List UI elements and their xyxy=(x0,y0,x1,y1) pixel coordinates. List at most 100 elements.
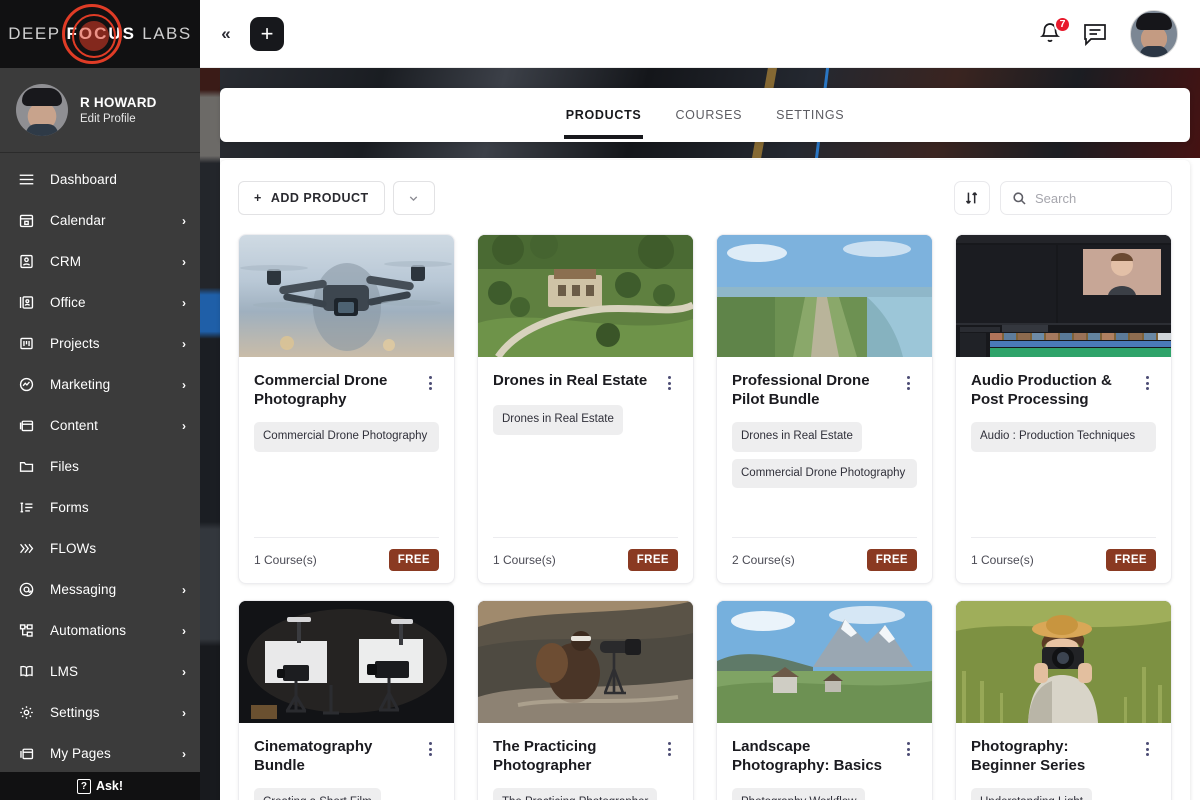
ask-button[interactable]: ? Ask! xyxy=(0,772,200,800)
product-card[interactable]: The Practicing Photographer The Practici… xyxy=(477,600,694,800)
main-region: « + 7 PRODUCTS COURSES SETTINGS xyxy=(200,0,1200,800)
chevron-right-icon: › xyxy=(182,296,186,310)
tab-products[interactable]: PRODUCTS xyxy=(564,92,644,138)
products-panel: + ADD PRODUCT xyxy=(220,160,1190,800)
product-card-body: Audio Production & Post Processing Audio… xyxy=(956,357,1171,537)
add-product-button[interactable]: + ADD PRODUCT xyxy=(238,181,385,215)
notification-badge: 7 xyxy=(1054,16,1071,33)
office-icon xyxy=(16,293,36,313)
chevron-right-icon: › xyxy=(182,665,186,679)
product-card-body: Photography: Beginner Series Understandi… xyxy=(956,723,1171,800)
product-thumbnail xyxy=(717,601,932,723)
sidebar-item-automations[interactable]: Automations › xyxy=(0,610,200,651)
product-menu-icon[interactable] xyxy=(660,374,678,392)
user-avatar[interactable] xyxy=(1130,10,1178,58)
sidebar-item-dashboard[interactable]: Dashboard xyxy=(0,159,200,200)
product-tag: The Practicing Photographer xyxy=(493,788,657,800)
product-menu-icon[interactable] xyxy=(1138,740,1156,758)
sidebar-item-label: FLOWs xyxy=(50,541,172,556)
product-card-header: Commercial Drone Photography xyxy=(254,371,439,409)
chevron-right-icon: › xyxy=(182,337,186,351)
sidebar-item-settings[interactable]: Settings › xyxy=(0,692,200,733)
product-card[interactable]: Professional Drone Pilot Bundle Drones i… xyxy=(716,234,933,584)
product-menu-icon[interactable] xyxy=(421,740,439,758)
tab-settings[interactable]: SETTINGS xyxy=(774,92,846,138)
sidebar-item-label: Forms xyxy=(50,500,172,515)
help-icon: ? xyxy=(77,779,91,794)
app-root: DEEP FOCUS LABS R HOWARD Edit Profile Da… xyxy=(0,0,1200,800)
product-thumbnail xyxy=(717,235,932,357)
messages-button[interactable] xyxy=(1082,22,1108,46)
topbar: « + 7 xyxy=(200,0,1200,68)
sidebar-item-label: Office xyxy=(50,295,168,310)
notifications-button[interactable]: 7 xyxy=(1038,20,1064,48)
product-card[interactable]: Landscape Photography: Basics Photograph… xyxy=(716,600,933,800)
search-box[interactable] xyxy=(1000,181,1172,215)
quick-add-button[interactable]: + xyxy=(250,17,284,51)
sidebar-item-files[interactable]: Files xyxy=(0,446,200,487)
content-icon xyxy=(16,416,36,436)
sidebar-item-label: Settings xyxy=(50,705,168,720)
product-menu-icon[interactable] xyxy=(899,740,917,758)
product-menu-icon[interactable] xyxy=(899,374,917,392)
sidebar-item-my-pages[interactable]: My Pages › xyxy=(0,733,200,772)
product-card[interactable]: Photography: Beginner Series Understandi… xyxy=(955,600,1172,800)
sidebar-item-marketing[interactable]: Marketing › xyxy=(0,364,200,405)
sidebar-item-office[interactable]: Office › xyxy=(0,282,200,323)
product-title: Drones in Real Estate xyxy=(493,371,654,390)
product-card-body: Drones in Real Estate Drones in Real Est… xyxy=(478,357,693,537)
product-card[interactable]: Drones in Real Estate Drones in Real Est… xyxy=(477,234,694,584)
product-menu-icon[interactable] xyxy=(660,740,678,758)
product-thumbnail xyxy=(478,235,693,357)
price-badge: FREE xyxy=(389,549,439,571)
add-product-dropdown-button[interactable] xyxy=(393,181,435,215)
content-area: PRODUCTS COURSES SETTINGS + ADD PRODUCT xyxy=(200,68,1200,800)
product-thumbnail xyxy=(956,235,1171,357)
sidebar-item-forms[interactable]: Forms xyxy=(0,487,200,528)
sidebar-item-label: Calendar xyxy=(50,213,168,228)
topbar-actions: 7 xyxy=(1038,10,1178,58)
sidebar-item-calendar[interactable]: Calendar › xyxy=(0,200,200,241)
edit-profile-link[interactable]: Edit Profile xyxy=(80,113,157,125)
product-card-body: Landscape Photography: Basics Photograph… xyxy=(717,723,932,800)
sidebar-item-flows[interactable]: FLOWs xyxy=(0,528,200,569)
product-menu-icon[interactable] xyxy=(421,374,439,392)
product-title: Photography: Beginner Series xyxy=(971,737,1132,775)
sidebar-item-lms[interactable]: LMS › xyxy=(0,651,200,692)
product-card[interactable]: Commercial Drone Photography Commercial … xyxy=(238,234,455,584)
product-tag: Photography Workflow xyxy=(732,788,865,800)
sidebar-item-crm[interactable]: CRM › xyxy=(0,241,200,282)
product-title: Professional Drone Pilot Bundle xyxy=(732,371,893,409)
product-title: Audio Production & Post Processing xyxy=(971,371,1132,409)
mountain-landscape-art xyxy=(717,601,932,723)
product-card[interactable]: Audio Production & Post Processing Audio… xyxy=(955,234,1172,584)
add-product-label: ADD PRODUCT xyxy=(271,191,369,205)
sidebar-profile[interactable]: R HOWARD Edit Profile xyxy=(0,68,200,154)
dashboard-icon xyxy=(16,170,36,190)
product-card-header: The Practicing Photographer xyxy=(493,737,678,775)
aerial-estate-art xyxy=(478,235,693,357)
product-tag: Audio : Production Techniques xyxy=(971,422,1156,452)
product-card-header: Photography: Beginner Series xyxy=(971,737,1156,775)
product-thumbnail xyxy=(956,601,1171,723)
product-thumbnail xyxy=(478,601,693,723)
search-icon xyxy=(1012,191,1027,206)
product-title: The Practicing Photographer xyxy=(493,737,654,775)
product-tag: Commercial Drone Photography xyxy=(254,422,439,452)
product-menu-icon[interactable] xyxy=(1138,374,1156,392)
sidebar-item-messaging[interactable]: Messaging › xyxy=(0,569,200,610)
brand-logo-bar[interactable]: DEEP FOCUS LABS xyxy=(0,0,200,68)
product-thumbnail xyxy=(239,235,454,357)
tab-courses[interactable]: COURSES xyxy=(673,92,744,138)
sidebar-item-projects[interactable]: Projects › xyxy=(0,323,200,364)
sidebar-item-content[interactable]: Content › xyxy=(0,405,200,446)
plus-icon: + xyxy=(254,191,262,205)
collapse-sidebar-icon[interactable]: « xyxy=(212,20,240,48)
product-card[interactable]: Cinematography Bundle Creating a Short F… xyxy=(238,600,455,800)
sort-button[interactable] xyxy=(954,181,990,215)
price-badge: FREE xyxy=(1106,549,1156,571)
search-input[interactable] xyxy=(1035,191,1160,206)
profile-text: R HOWARD Edit Profile xyxy=(80,95,157,125)
crm-icon xyxy=(16,252,36,272)
product-tag: Understanding Light xyxy=(971,788,1092,800)
